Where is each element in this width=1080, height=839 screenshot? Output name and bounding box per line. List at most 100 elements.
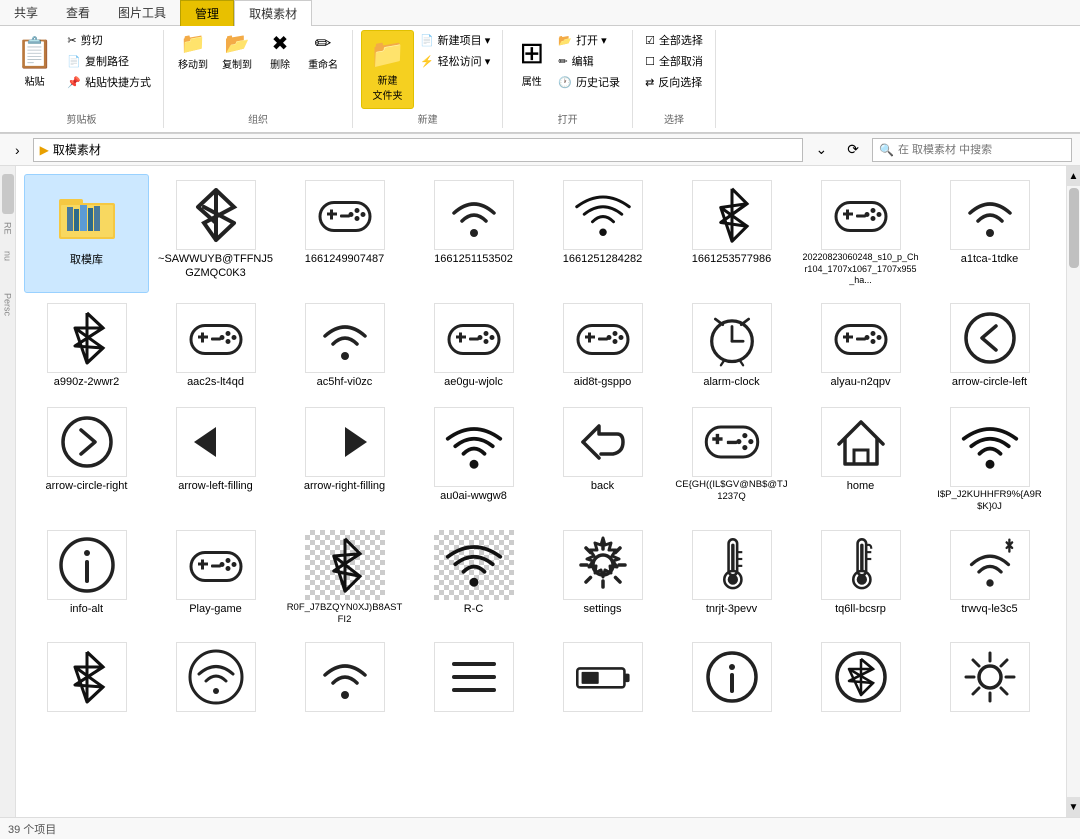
file-item-202208[interactable]: 20220823060248_s10_p_Chr104_1707x1067_17… (798, 174, 923, 293)
select-all-button[interactable]: ☑ 全部选择 (641, 30, 707, 50)
history-button[interactable]: 🕐 历史记录 (554, 72, 624, 92)
file-item-arrow-right[interactable]: arrow-right-filling (282, 401, 407, 520)
file-item-back[interactable]: back (540, 401, 665, 520)
file-name: back (591, 479, 614, 493)
file-item-home[interactable]: home (798, 401, 923, 520)
file-item-tq6ll[interactable]: tq6ll-bcsrp (798, 524, 923, 633)
file-item-alarm[interactable]: alarm-clock (669, 297, 794, 397)
file-item-wifi-circle[interactable] (153, 636, 278, 736)
file-item-saww[interactable]: ~SAWWUYB@TFFNJ5GZMQC0K3 (153, 174, 278, 293)
file-item-arrow-left[interactable]: arrow-left-filling (153, 401, 278, 520)
file-item-ae0gu[interactable]: ae0gu-wjolc (411, 297, 536, 397)
copy-path-button[interactable]: 📄 复制路径 (63, 51, 155, 71)
move-label: 移动到 (178, 56, 208, 71)
file-item-settings[interactable]: settings (540, 524, 665, 633)
file-item-folder[interactable]: 取模库 (24, 174, 149, 293)
file-item-info[interactable]: info-alt (24, 524, 149, 633)
ribbon-tabs: 共享 查看 图片工具 管理 取模素材 (0, 0, 1080, 26)
file-item-play-game[interactable]: Play-game (153, 524, 278, 633)
rename-button[interactable]: ✏ 重命名 (302, 30, 344, 75)
file-item-bluetooth-circle[interactable] (798, 636, 923, 736)
properties-label: 属性 (522, 73, 542, 88)
file-item-arrow-circle-right[interactable]: arrow-circle-right (24, 401, 149, 520)
scroll-down-button[interactable]: ▼ (1067, 797, 1080, 817)
ribbon: 共享 查看 图片工具 管理 取模素材 📋 粘贴 ✂ 剪切 📄 (0, 0, 1080, 134)
new-folder-button[interactable]: 📁 新建文件夹 (361, 30, 414, 109)
move-to-button[interactable]: 📁 移动到 (172, 30, 214, 75)
open-button[interactable]: 📂 打开 ▾ (554, 30, 624, 50)
file-item-rc[interactable]: R-C (411, 524, 536, 633)
tab-share[interactable]: 共享 (0, 0, 52, 25)
file-item-battery[interactable] (540, 636, 665, 736)
easy-access-button[interactable]: ⚡ 轻松访问 ▾ (416, 51, 494, 71)
scroll-thumb[interactable] (1069, 188, 1079, 268)
cut-button[interactable]: ✂ 剪切 (63, 30, 155, 50)
file-item-166124[interactable]: 1661249907487 (282, 174, 407, 293)
gamepad-icon-6 (821, 303, 901, 373)
properties-icon: ⊞ (519, 36, 544, 71)
file-item-trwvq[interactable]: trwvq-le3c5 (927, 524, 1052, 633)
copy-to-button[interactable]: 📂 复制到 (216, 30, 258, 75)
wifi-icon-a1tca (950, 180, 1030, 250)
file-item-a1tca[interactable]: a1tca-1tdke (927, 174, 1052, 293)
file-item-r0f[interactable]: R0F_J7BZQYN0XJ)B8ASTFI2 (282, 524, 407, 633)
scroll-up-button[interactable]: ▲ (1067, 166, 1080, 186)
file-item-166125-1[interactable]: 1661251153502 (411, 174, 536, 293)
file-item-menu[interactable] (411, 636, 536, 736)
easy-access-icon: ⚡ (420, 55, 434, 68)
file-item-ac5hf[interactable]: ac5hf-vi0zc (282, 297, 407, 397)
file-item-ce-gh[interactable]: CE{GH((IL$GV@NB$@TJ1237Q (669, 401, 794, 520)
nav-forward-button[interactable]: › (8, 139, 27, 161)
file-item-bt-row5[interactable] (24, 636, 149, 736)
breadcrumb-expand-button[interactable]: ⌄ (809, 138, 835, 161)
history-label: 历史记录 (576, 74, 620, 90)
file-name: 1661253577986 (692, 252, 772, 266)
content-area[interactable]: 取模库 ~SAWWUYB@TFFNJ5GZMQC0K3 (16, 166, 1066, 817)
tab-view[interactable]: 查看 (52, 0, 104, 25)
paste-shortcut-button[interactable]: 📌 粘贴快捷方式 (63, 72, 155, 92)
select-none-button[interactable]: ☐ 全部取消 (641, 51, 707, 71)
delete-button[interactable]: ✖ 删除 (260, 30, 300, 75)
scrollbar-right[interactable]: ▲ ▼ (1066, 166, 1080, 817)
tab-take-material[interactable]: 取模素材 (234, 0, 312, 26)
file-item-sun[interactable] (927, 636, 1052, 736)
file-item-alyau[interactable]: alyau-n2qpv (798, 297, 923, 397)
status-bar: 39 个项目 (0, 817, 1080, 839)
file-name: tq6ll-bcsrp (835, 602, 886, 616)
gamepad-icon-4 (434, 303, 514, 373)
file-item-au0ai[interactable]: au0ai-wwgw8 (411, 401, 536, 520)
edit-icon: ✏ (558, 55, 567, 68)
file-name: 1661251284282 (563, 252, 643, 266)
search-input[interactable] (898, 144, 1065, 156)
copy-path-label: 复制路径 (85, 53, 129, 69)
file-name: aid8t-gsppo (574, 375, 632, 389)
address-breadcrumb[interactable]: ▶ 取模素材 (33, 138, 803, 162)
file-item-arrow-circle-left[interactable]: arrow-circle-left (927, 297, 1052, 397)
refresh-button[interactable]: ⟳ (840, 138, 866, 161)
tab-image-tools[interactable]: 图片工具 (104, 0, 180, 25)
file-name: a990z-2wwr2 (54, 375, 119, 389)
file-item-a990z[interactable]: a990z-2wwr2 (24, 297, 149, 397)
file-item-isp[interactable]: I$P_J2KUHHFR9%{A9R$K}0J (927, 401, 1052, 520)
invert-select-button[interactable]: ⇄ 反向选择 (641, 72, 707, 92)
file-name: alarm-clock (703, 375, 759, 389)
file-name: R0F_J7BZQYN0XJ)B8ASTFI2 (286, 602, 403, 627)
paste-label: 粘贴 (25, 73, 45, 88)
tab-manage[interactable]: 管理 (180, 0, 234, 26)
properties-button[interactable]: ⊞ 属性 (511, 30, 552, 94)
file-item-wifi-row5[interactable] (282, 636, 407, 736)
file-item-aac2s[interactable]: aac2s-lt4qd (153, 297, 278, 397)
group-organize: 📁 移动到 📂 复制到 ✖ 删除 ✏ 重命名 组织 (164, 30, 353, 128)
new-label: 新建 (418, 111, 438, 128)
new-item-button[interactable]: 📄 新建项目 ▾ (416, 30, 494, 50)
file-item-aid8t[interactable]: aid8t-gsppo (540, 297, 665, 397)
file-item-166125-3[interactable]: 1661253577986 (669, 174, 794, 293)
paste-button[interactable]: 📋 粘贴 (8, 30, 61, 94)
file-item-info-circle[interactable] (669, 636, 794, 736)
edit-button[interactable]: ✏ 编辑 (554, 51, 624, 71)
file-item-tnrjt[interactable]: tnrjt-3pevv (669, 524, 794, 633)
cut-icon: ✂ (67, 34, 76, 47)
paste-shortcut-label: 粘贴快捷方式 (85, 74, 151, 90)
file-item-166125-2[interactable]: 1661251284282 (540, 174, 665, 293)
scroll-indicator[interactable] (2, 174, 14, 214)
